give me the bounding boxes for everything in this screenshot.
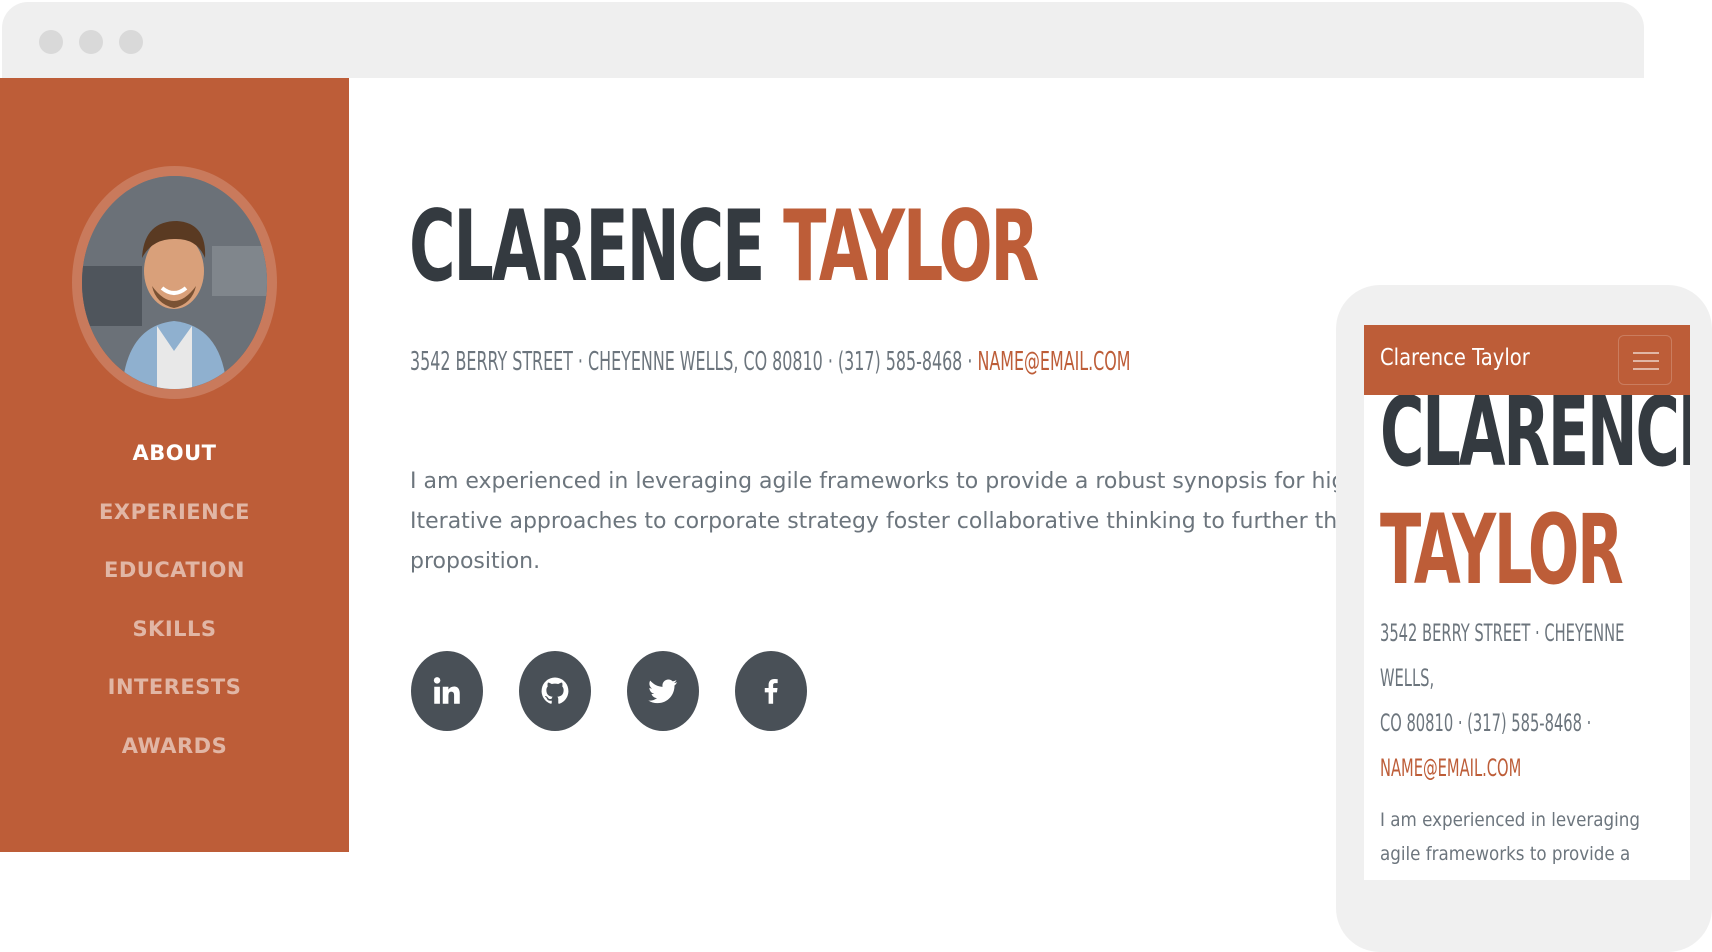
window-dot-icon: [39, 30, 63, 54]
mobile-page-title: CLARENCE TAYLOR: [1380, 373, 1690, 609]
linkedin-icon: [433, 677, 460, 704]
contact-address: 3542 BERRY STREET · CHEYENNE WELLS, CO 8…: [410, 347, 978, 377]
nav-item-skills[interactable]: SKILLS: [0, 609, 349, 668]
mobile-phone-mockup: Clarence Taylor CLARENCE TAYLOR 3542 BER…: [1336, 285, 1712, 952]
mobile-screen: Clarence Taylor CLARENCE TAYLOR 3542 BER…: [1364, 325, 1690, 880]
linkedin-button[interactable]: [411, 651, 483, 731]
mobile-bio-text: I am experienced in leveraging agile fra…: [1380, 803, 1679, 871]
twitter-button[interactable]: [627, 651, 699, 731]
mobile-email-link[interactable]: NAME@EMAIL.COM: [1380, 746, 1672, 791]
bio-line: I am experienced in leveraging agile fra…: [410, 469, 1336, 494]
nav-item-interests[interactable]: INTERESTS: [0, 667, 349, 726]
social-links: [411, 651, 807, 731]
sidebar: ABOUT EXPERIENCE EDUCATION SKILLS INTERE…: [0, 78, 349, 852]
nav-item-about[interactable]: ABOUT: [0, 433, 349, 492]
facebook-button[interactable]: [735, 651, 807, 731]
bio-text: I am experienced in leveraging agile fra…: [410, 462, 1336, 592]
first-name: CLARENCE: [409, 190, 765, 304]
bio-line: proposition.: [410, 549, 541, 574]
sidebar-nav: ABOUT EXPERIENCE EDUCATION SKILLS INTERE…: [0, 433, 349, 785]
mobile-brand[interactable]: Clarence Taylor: [1380, 345, 1530, 371]
nav-item-awards[interactable]: AWARDS: [0, 726, 349, 785]
contact-info: 3542 BERRY STREET · CHEYENNE WELLS, CO 8…: [410, 347, 1131, 377]
window-dot-icon: [119, 30, 143, 54]
nav-item-experience[interactable]: EXPERIENCE: [0, 492, 349, 551]
profile-photo: [82, 176, 267, 389]
avatar-ring: [72, 166, 277, 399]
browser-title-bar: [2, 2, 1644, 78]
page-title: CLARENCE TAYLOR: [409, 198, 1039, 296]
mobile-contact-line: CO 80810 · (317) 585-8468 ·: [1380, 709, 1592, 737]
github-icon: [541, 677, 569, 704]
mobile-last-name: TAYLOR: [1380, 494, 1624, 606]
last-name: TAYLOR: [783, 190, 1039, 304]
nav-item-education[interactable]: EDUCATION: [0, 550, 349, 609]
bio-line: Iterative approaches to corporate strate…: [410, 509, 1336, 534]
github-button[interactable]: [519, 651, 591, 731]
mobile-navbar: Clarence Taylor: [1364, 325, 1690, 395]
mobile-bio-line: agile frameworks to provide a: [1380, 843, 1631, 865]
avatar: [82, 176, 267, 389]
email-link[interactable]: NAME@EMAIL.COM: [977, 347, 1130, 377]
facebook-icon: [764, 678, 778, 704]
hamburger-menu-icon[interactable]: [1618, 335, 1672, 385]
mobile-bio-line: I am experienced in leveraging: [1380, 809, 1640, 831]
mobile-contact-line: 3542 BERRY STREET · CHEYENNE WELLS,: [1380, 619, 1625, 692]
mobile-contact-info: 3542 BERRY STREET · CHEYENNE WELLS, CO 8…: [1380, 611, 1672, 791]
window-dot-icon: [79, 30, 103, 54]
twitter-icon: [648, 679, 678, 704]
